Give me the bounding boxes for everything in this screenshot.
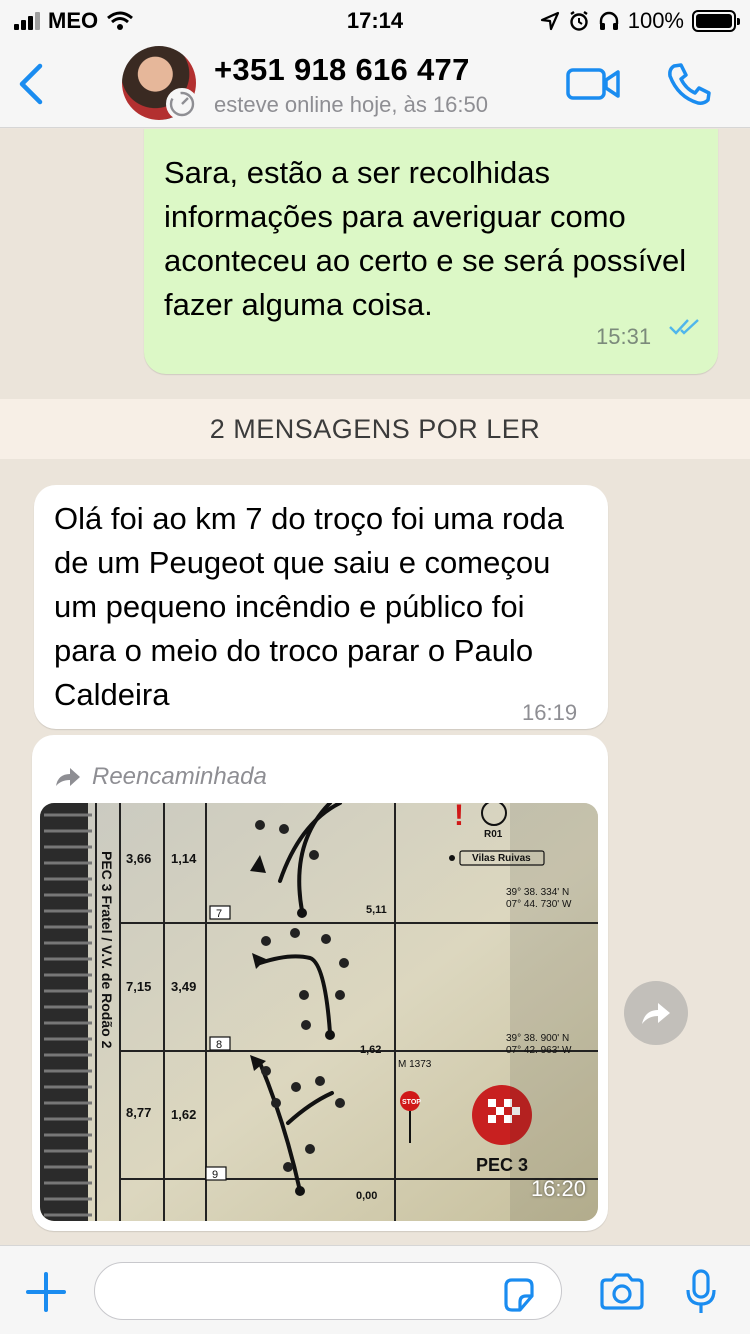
stop-sign-label: STOP [402, 1099, 421, 1106]
row2-a: 7,15 [126, 979, 151, 994]
back-chevron-icon[interactable] [16, 62, 46, 106]
message-photo[interactable]: PEC 3 Fratel / V.V. de Rodão 2 3,66 1,14… [40, 803, 598, 1221]
forwarded-text: Reencaminhada [92, 763, 267, 790]
message-text: Olá foi ao km 7 do troço foi uma roda de… [54, 501, 565, 712]
forwarded-label: Reencaminhada [54, 755, 267, 799]
row3-b: 1,62 [171, 1107, 196, 1122]
share-icon [642, 1003, 670, 1024]
contact-status: esteve online hoje, às 16:50 [214, 92, 488, 117]
alarm-icon [570, 11, 588, 31]
composer-bar [0, 1245, 750, 1334]
microphone-icon[interactable] [684, 1268, 718, 1316]
m1373-label: M 1373 [398, 1059, 432, 1070]
r01-label: R01 [484, 829, 503, 840]
row1-b: 1,14 [171, 851, 197, 866]
message-text: Sara, estão a ser recolhidas informações… [164, 155, 687, 322]
headphones-icon [599, 11, 618, 30]
forward-arrow-icon [56, 768, 80, 786]
plus-icon[interactable] [24, 1270, 68, 1314]
row3-a: 8,77 [126, 1105, 151, 1120]
message-time: 15:31 [596, 324, 652, 349]
unread-messages-banner: 2 MENSAGENS POR LER [0, 399, 750, 459]
incoming-message[interactable]: Olá foi ao km 7 do troço foi uma roda de… [34, 485, 608, 729]
camera-icon[interactable] [598, 1272, 646, 1312]
battery-percent: 100% [627, 8, 684, 33]
box-8: 8 [216, 1039, 222, 1051]
row1-a: 3,66 [126, 851, 151, 866]
outgoing-message[interactable]: Sara, estão a ser recolhidas informações… [144, 129, 718, 374]
forwarded-image-message[interactable]: Reencaminhada PEC 3 Fratel / V.V. de Rod… [32, 735, 608, 1231]
dist-1: 5,11 [366, 904, 387, 916]
message-input[interactable] [94, 1262, 562, 1320]
dist-3: 0,00 [356, 1190, 377, 1202]
roadbook-side-title: PEC 3 Fratel / V.V. de Rodão 2 [99, 851, 115, 1049]
battery-icon [692, 10, 740, 32]
photo-time: 16:20 [530, 1176, 586, 1201]
sticker-icon[interactable] [500, 1276, 538, 1314]
disappearing-timer-icon [166, 88, 198, 120]
dist-2: 1,62 [360, 1044, 381, 1056]
svg-text:!: ! [454, 803, 464, 832]
chat-header: +351 918 616 477 esteve online hoje, às … [0, 40, 750, 128]
video-call-icon[interactable] [566, 66, 620, 102]
phone-icon[interactable] [666, 62, 712, 106]
message-time: 16:19 [522, 700, 578, 725]
box-7: 7 [216, 908, 222, 920]
row2-b: 3,49 [171, 979, 196, 994]
share-button[interactable] [624, 981, 688, 1045]
location-icon [540, 11, 559, 31]
box-9: 9 [212, 1169, 218, 1181]
status-bar-right: 100% [540, 8, 740, 34]
chat-area[interactable]: Sara, estão a ser recolhidas informações… [0, 129, 750, 1245]
double-check-icon [669, 319, 699, 335]
status-bar: MEO 17:14 100% [0, 0, 750, 40]
contact-name[interactable]: +351 918 616 477 [214, 52, 470, 88]
